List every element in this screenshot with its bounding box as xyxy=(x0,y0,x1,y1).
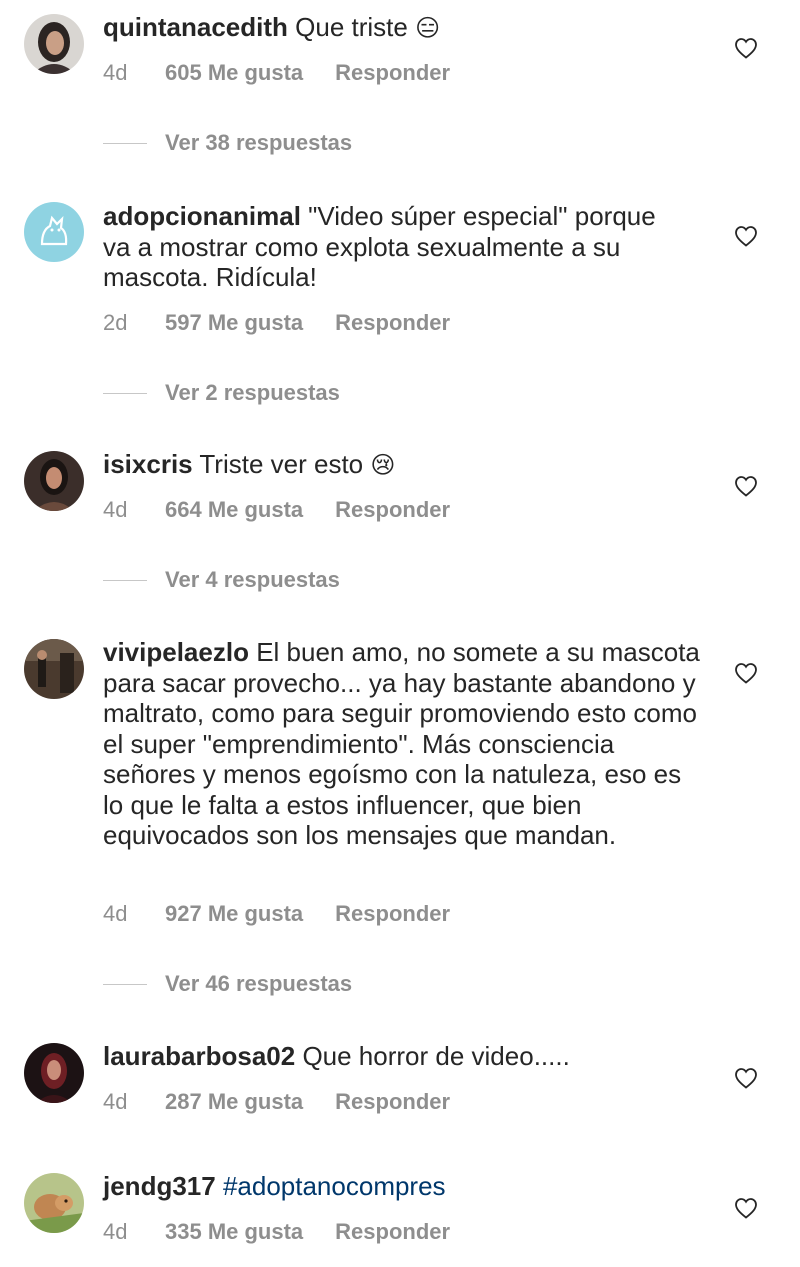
comment-meta: 4d 664 Me gusta Responder xyxy=(103,497,450,523)
reply-button[interactable]: Responder xyxy=(335,497,450,522)
comment-text: Que horror de video..... xyxy=(295,1041,570,1071)
comment-body: isixcris Triste ver esto 😢 xyxy=(103,449,703,482)
avatar[interactable] xyxy=(24,1043,84,1103)
view-replies-label: Ver 4 respuestas xyxy=(165,567,340,592)
comment-time: 4d xyxy=(103,1219,128,1244)
avatar[interactable] xyxy=(24,1173,84,1233)
heart-icon[interactable] xyxy=(734,1197,758,1219)
comment-meta: 4d 287 Me gusta Responder xyxy=(103,1089,450,1115)
avatar[interactable] xyxy=(24,451,84,511)
comment-username[interactable]: quintanacedith xyxy=(103,12,288,42)
divider xyxy=(103,983,147,985)
comment-text: Triste ver esto xyxy=(192,449,371,479)
avatar[interactable] xyxy=(24,14,84,74)
comment-body: jendg317 #adoptanocompres xyxy=(103,1171,703,1202)
reply-button[interactable]: Responder xyxy=(335,310,450,335)
expressionless-emoji-icon: 😑 xyxy=(415,15,441,42)
comment-likes[interactable]: 605 Me gusta xyxy=(165,60,303,86)
comment-time: 2d xyxy=(103,310,128,335)
comment-username[interactable]: isixcris xyxy=(103,449,193,479)
comment-username[interactable]: jendg317 xyxy=(103,1171,216,1201)
comment-meta: 2d 597 Me gusta Responder xyxy=(103,310,450,336)
comment-likes[interactable]: 597 Me gusta xyxy=(165,310,303,336)
reply-button[interactable]: Responder xyxy=(335,901,450,926)
comment-time: 4d xyxy=(103,901,128,926)
view-replies-button[interactable]: Ver 2 respuestas xyxy=(103,380,340,406)
heart-icon[interactable] xyxy=(734,1067,758,1089)
comment-body: quintanacedith Que triste 😑 xyxy=(103,12,703,45)
avatar[interactable] xyxy=(24,202,84,262)
comment-meta: 4d 335 Me gusta Responder xyxy=(103,1219,450,1245)
comment-time: 4d xyxy=(103,1089,128,1114)
heart-icon[interactable] xyxy=(734,475,758,497)
divider xyxy=(103,579,147,581)
comment-username[interactable]: adopcionanimal xyxy=(103,201,301,231)
heart-icon[interactable] xyxy=(734,37,758,59)
comment-likes[interactable]: 927 Me gusta xyxy=(165,901,303,927)
comment-likes[interactable]: 664 Me gusta xyxy=(165,497,303,523)
view-replies-button[interactable]: Ver 38 respuestas xyxy=(103,130,352,156)
reply-button[interactable]: Responder xyxy=(335,1219,450,1244)
divider xyxy=(103,142,147,144)
view-replies-button[interactable]: Ver 4 respuestas xyxy=(103,567,340,593)
view-replies-label: Ver 46 respuestas xyxy=(165,971,353,996)
comment-time: 4d xyxy=(103,60,128,85)
comment-likes[interactable]: 335 Me gusta xyxy=(165,1219,303,1245)
comment-text: Que triste xyxy=(287,12,416,42)
comment-time: 4d xyxy=(103,497,128,522)
heart-icon[interactable] xyxy=(734,662,758,684)
comment-likes[interactable]: 287 Me gusta xyxy=(165,1089,303,1115)
comment-username[interactable]: vivipelaezlo xyxy=(103,637,249,667)
divider xyxy=(103,392,147,394)
view-replies-label: Ver 38 respuestas xyxy=(165,130,353,155)
reply-button[interactable]: Responder xyxy=(335,1089,450,1114)
view-replies-label: Ver 2 respuestas xyxy=(165,380,340,405)
comment-username[interactable]: laurabarbosa02 xyxy=(103,1041,295,1071)
hashtag-link[interactable]: #adoptanocompres xyxy=(223,1171,446,1201)
comment-body: adopcionanimal "Video súper especial" po… xyxy=(103,201,663,293)
view-replies-button[interactable]: Ver 46 respuestas xyxy=(103,971,352,997)
comment-text: El buen amo, no somete a su mascota para… xyxy=(103,637,700,850)
comment-body: vivipelaezlo El buen amo, no somete a su… xyxy=(103,637,703,851)
comment-meta: 4d 605 Me gusta Responder xyxy=(103,60,450,86)
crying-emoji-icon: 😢 xyxy=(370,452,396,479)
comment-body: laurabarbosa02 Que horror de video..... xyxy=(103,1041,703,1072)
comment-meta: 4d 927 Me gusta Responder xyxy=(103,901,450,927)
reply-button[interactable]: Responder xyxy=(335,60,450,85)
heart-icon[interactable] xyxy=(734,225,758,247)
avatar[interactable] xyxy=(24,639,84,699)
